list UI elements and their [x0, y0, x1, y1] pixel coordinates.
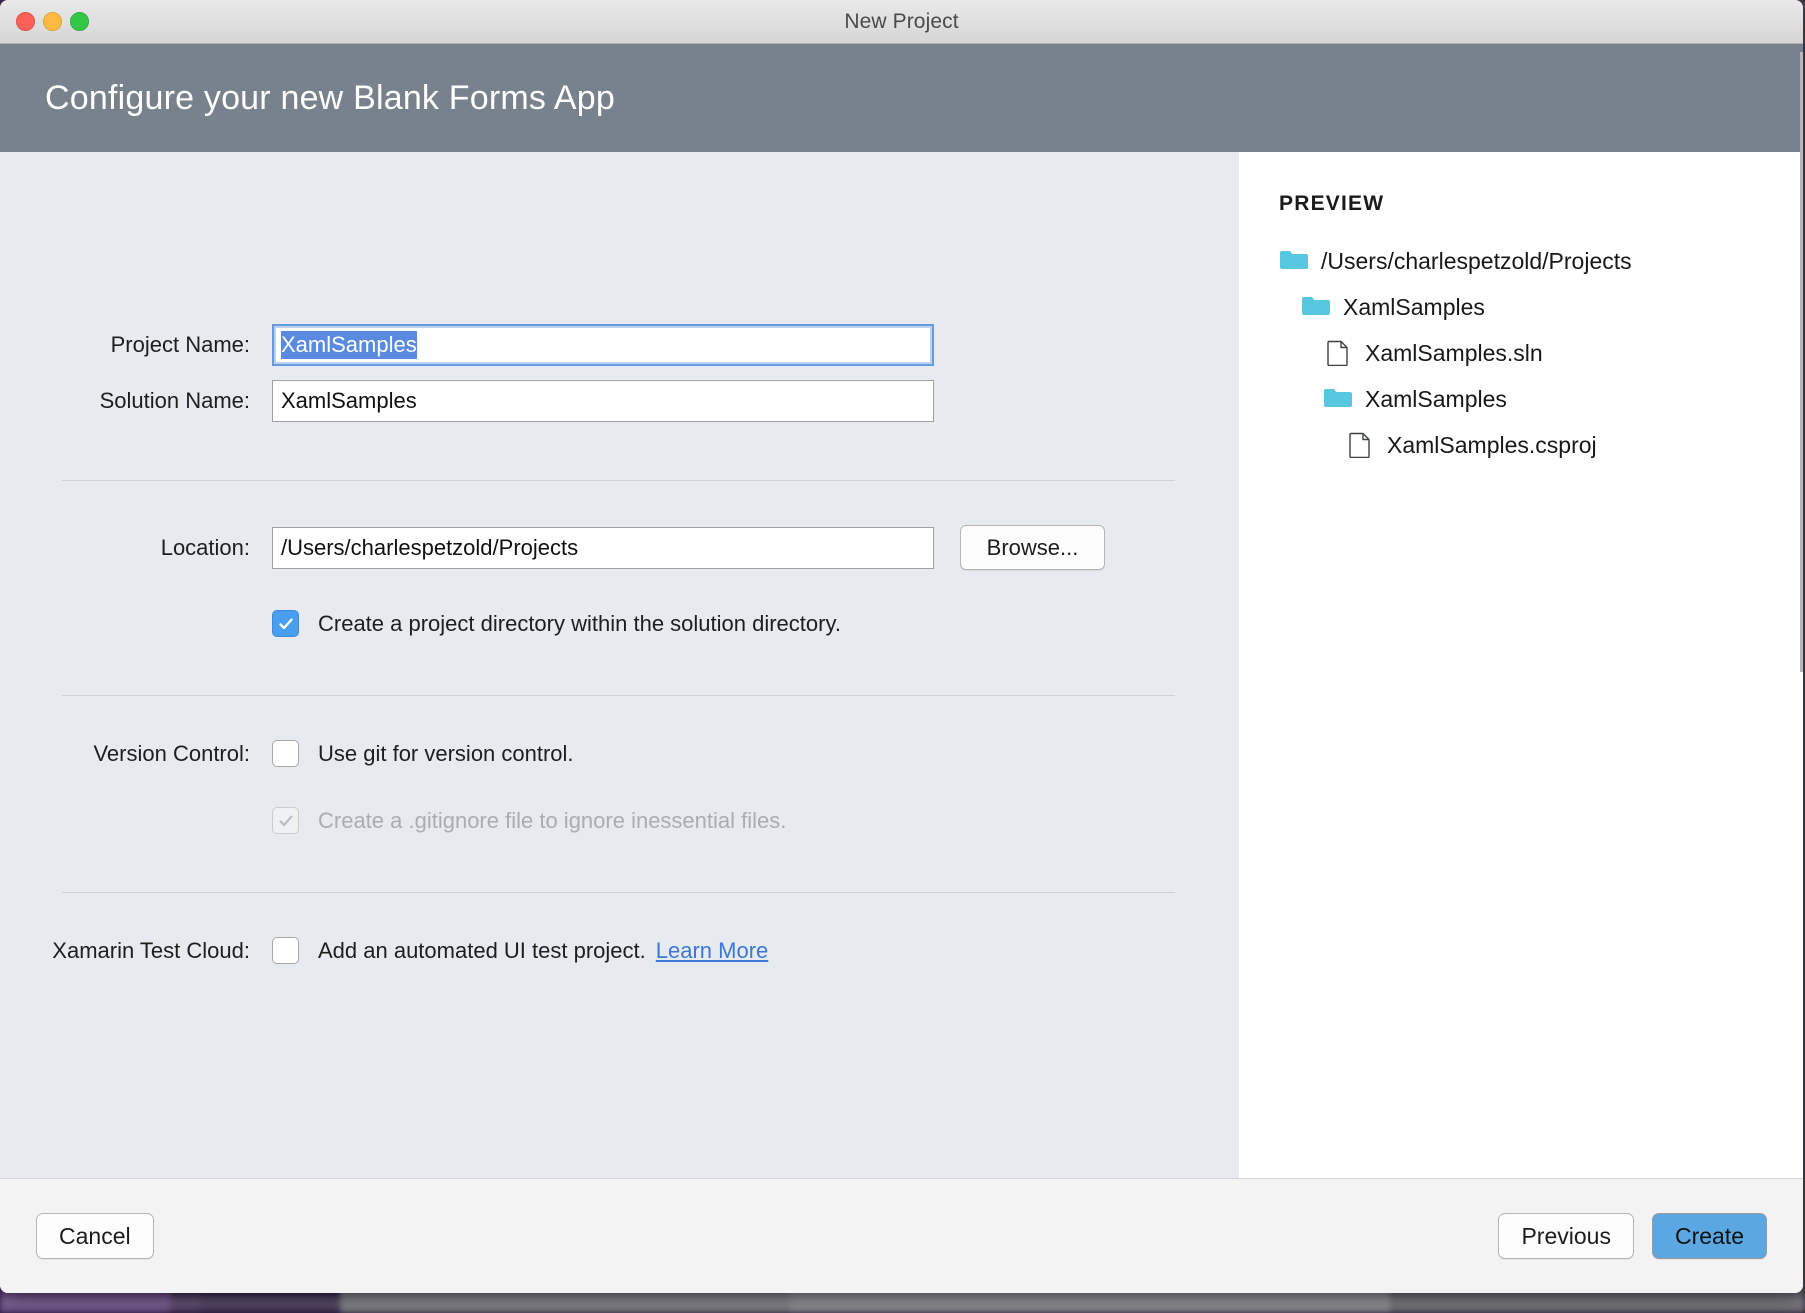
preview-tree-item-label: XamlSamples.csproj — [1387, 432, 1597, 459]
version-control-row: Version Control: Use git for version con… — [0, 740, 1239, 767]
project-name-row: Project Name: XamlSamples — [0, 324, 1239, 366]
use-git-checkbox[interactable] — [272, 740, 299, 767]
solution-name-row: Solution Name: XamlSamples — [0, 380, 1239, 422]
solution-name-value: XamlSamples — [281, 388, 417, 414]
project-name-value: XamlSamples — [281, 331, 417, 359]
xamarin-test-cloud-row: Xamarin Test Cloud: Add an automated UI … — [0, 937, 1239, 964]
window-controls — [16, 12, 89, 31]
file-icon — [1323, 340, 1353, 366]
minimize-window-icon[interactable] — [43, 12, 62, 31]
preview-tree-item: XamlSamples.csproj — [1279, 422, 1803, 468]
browse-button[interactable]: Browse... — [960, 525, 1105, 570]
project-directory-checkbox-wrap[interactable]: Create a project directory within the so… — [272, 610, 841, 637]
ui-test-checkbox[interactable] — [272, 937, 299, 964]
title-bar: New Project — [0, 0, 1803, 44]
folder-icon — [1279, 248, 1309, 274]
project-name-input[interactable]: XamlSamples — [272, 324, 934, 366]
location-row: Location: /Users/charlespetzold/Projects… — [0, 525, 1239, 570]
solution-name-input[interactable]: XamlSamples — [272, 380, 934, 422]
preview-tree-item: XamlSamples — [1279, 284, 1803, 330]
location-input[interactable]: /Users/charlespetzold/Projects — [272, 527, 934, 569]
preview-tree-item-label: /Users/charlespetzold/Projects — [1321, 248, 1632, 275]
preview-tree-item-label: XamlSamples.sln — [1365, 340, 1543, 367]
preview-tree-item: XamlSamples — [1279, 376, 1803, 422]
gitignore-label: Create a .gitignore file to ignore iness… — [318, 808, 786, 834]
xamarin-test-cloud-label: Xamarin Test Cloud: — [0, 938, 272, 964]
file-icon — [1345, 432, 1375, 458]
project-name-label: Project Name: — [0, 332, 272, 358]
preview-tree-item-label: XamlSamples — [1343, 294, 1485, 321]
preview-tree-item: /Users/charlespetzold/Projects — [1279, 238, 1803, 284]
location-label: Location: — [0, 535, 272, 561]
form-pane: Project Name: XamlSamples Solution Name:… — [0, 152, 1239, 1178]
dialog-body: Project Name: XamlSamples Solution Name:… — [0, 152, 1803, 1178]
background-window-edge — [1800, 52, 1803, 672]
preview-heading: PREVIEW — [1279, 192, 1803, 216]
ui-test-checkbox-wrap[interactable]: Add an automated UI test project. Learn … — [272, 937, 768, 964]
ui-test-label: Add an automated UI test project. — [318, 938, 646, 964]
location-value: /Users/charlespetzold/Projects — [281, 535, 578, 561]
use-git-label: Use git for version control. — [318, 741, 574, 767]
folder-icon — [1301, 294, 1331, 320]
folder-icon — [1323, 386, 1353, 412]
maximize-window-icon[interactable] — [70, 12, 89, 31]
file-icon — [1345, 432, 1375, 458]
folder-icon — [1279, 248, 1309, 274]
use-git-checkbox-wrap[interactable]: Use git for version control. — [272, 740, 574, 767]
preview-pane: PREVIEW /Users/charlespetzold/Projects Xa… — [1239, 152, 1803, 1178]
new-project-dialog: New Project Configure your new Blank For… — [0, 0, 1803, 1293]
checkmark-icon — [277, 812, 295, 830]
learn-more-link[interactable]: Learn More — [656, 938, 769, 964]
dialog-header: Configure your new Blank Forms App — [0, 44, 1803, 152]
project-directory-row: Create a project directory within the so… — [0, 610, 1239, 637]
window-title: New Project — [0, 10, 1803, 34]
previous-button[interactable]: Previous — [1498, 1213, 1633, 1259]
project-directory-label: Create a project directory within the so… — [318, 611, 841, 637]
solution-name-label: Solution Name: — [0, 388, 272, 414]
close-window-icon[interactable] — [16, 12, 35, 31]
create-button[interactable]: Create — [1652, 1213, 1767, 1259]
project-directory-checkbox[interactable] — [272, 610, 299, 637]
folder-icon — [1323, 386, 1353, 412]
preview-tree-item: XamlSamples.sln — [1279, 330, 1803, 376]
gitignore-checkbox-wrap: Create a .gitignore file to ignore iness… — [272, 807, 786, 834]
gitignore-checkbox — [272, 807, 299, 834]
checkmark-icon — [277, 615, 295, 633]
dialog-footer: Cancel Previous Create — [0, 1178, 1803, 1293]
gitignore-row: Create a .gitignore file to ignore iness… — [0, 807, 1239, 834]
version-control-label: Version Control: — [0, 741, 272, 767]
folder-icon — [1301, 294, 1331, 320]
cancel-button[interactable]: Cancel — [36, 1213, 154, 1259]
preview-tree-item-label: XamlSamples — [1365, 386, 1507, 413]
file-icon — [1323, 340, 1353, 366]
preview-tree: /Users/charlespetzold/Projects XamlSample… — [1279, 238, 1803, 468]
page-title: Configure your new Blank Forms App — [45, 79, 615, 118]
